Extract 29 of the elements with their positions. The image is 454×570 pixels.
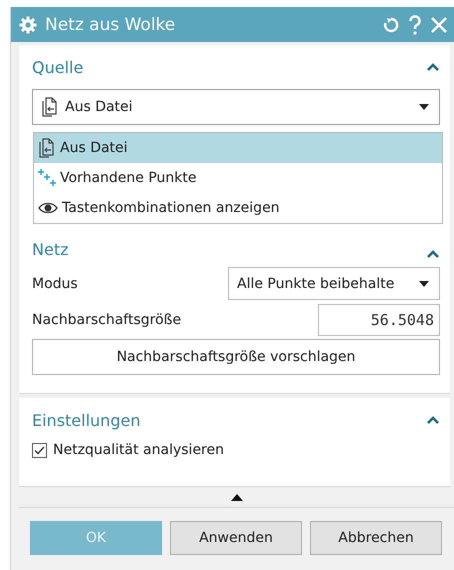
settings-icon[interactable]: [19, 16, 37, 34]
number-field[interactable]: 56.5048: [318, 304, 440, 336]
file-import-icon: [41, 97, 59, 117]
suggest-button[interactable]: Nachbarschaftsgröße vorschlagen: [32, 339, 440, 375]
dialog-button[interactable]: Anwenden: [170, 521, 302, 555]
window-title: Netz aus Wolke: [45, 14, 176, 34]
caret-icon: [419, 104, 429, 110]
collapse-chevron-icon[interactable]: [426, 415, 440, 425]
eye-icon: [38, 201, 58, 215]
source-dropdown[interactable]: Aus Datei: [32, 89, 440, 125]
checkbox-label: Netzqualität analysieren: [53, 442, 224, 458]
caret-icon: [419, 280, 429, 286]
points-icon: [38, 169, 56, 187]
collapse-chevron-icon[interactable]: [426, 62, 440, 72]
dialog-button[interactable]: Abbrechen: [310, 521, 442, 555]
section-title: Einstellungen: [32, 410, 140, 430]
reset-icon[interactable]: [382, 16, 400, 34]
help-icon[interactable]: [408, 14, 422, 34]
dropdown-option[interactable]: Aus Datei: [34, 133, 442, 163]
section-title: Netz: [32, 240, 68, 259]
file-import-icon: [38, 138, 56, 158]
collapse-arrow-icon[interactable]: [230, 494, 242, 501]
field-label: Modus: [32, 276, 78, 292]
field-label: Nachbarschaftsgröße: [32, 312, 182, 328]
mode-dropdown[interactable]: Alle Punkte beibehalte: [228, 267, 440, 300]
close-icon[interactable]: [430, 16, 448, 34]
collapse-chevron-icon[interactable]: [426, 249, 440, 259]
checkbox[interactable]: [32, 442, 47, 458]
section-title: Quelle: [32, 58, 84, 76]
